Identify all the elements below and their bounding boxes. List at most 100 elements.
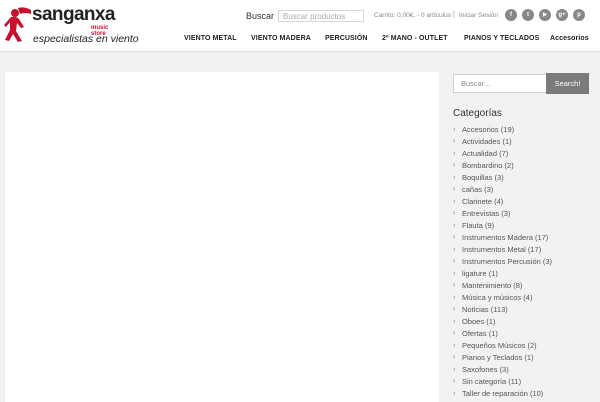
category-item: › Taller de reparación (10) (453, 388, 593, 400)
chevron-right-icon: › (453, 294, 456, 301)
googleplus-icon[interactable]: g+ (556, 9, 568, 21)
category-item: › ligature (1) (453, 268, 593, 280)
category-count: (17) (534, 233, 549, 242)
category-link[interactable]: Mantenimiento (462, 281, 511, 290)
category-count: (3) (494, 173, 504, 182)
product-search-input[interactable] (278, 10, 364, 22)
category-item: › Boquillas (3) (453, 172, 593, 184)
nav-accesorios[interactable]: Accesorios (550, 35, 589, 42)
category-item: › Flauta (9) (453, 220, 593, 232)
chevron-right-icon: › (453, 390, 456, 397)
categories-heading: Categorías (453, 108, 502, 119)
category-item: › Actividades (1) (453, 136, 593, 148)
category-count: (1) (502, 137, 512, 146)
category-link[interactable]: ligature (462, 269, 487, 278)
category-count: (1) (488, 329, 498, 338)
category-item: › Entrevistas (3) (453, 208, 593, 220)
twitter-icon[interactable]: t (522, 9, 534, 21)
category-link[interactable]: Saxofones (462, 365, 497, 374)
category-count: (19) (500, 125, 515, 134)
site-header: sanganxa music store especialistas en vi… (0, 0, 600, 52)
category-item: › Instrumentos Metal (17) (453, 244, 593, 256)
category-link[interactable]: Pianos y Teclados (462, 353, 522, 362)
category-link[interactable]: Pequeños Músicos (462, 341, 525, 350)
cart-summary[interactable]: Carrito: 0,00€, - 0 artículos (374, 12, 451, 19)
nav-pianos-teclados[interactable]: PIANOS Y TECLADOS (464, 35, 539, 42)
category-link[interactable]: Flauta (462, 221, 483, 230)
pinterest-icon[interactable]: p (573, 9, 585, 21)
nav-percusion[interactable]: PERCUSIÓN (325, 35, 368, 42)
chevron-right-icon: › (453, 210, 456, 217)
category-link[interactable]: Instrumentos Percusión (462, 257, 541, 266)
category-count: (4) (494, 197, 504, 206)
category-item: › Saxofones (3) (453, 364, 593, 376)
category-item: › Instrumentos Madera (17) (453, 232, 593, 244)
category-count: (10) (529, 389, 544, 398)
youtube-icon[interactable]: ▶ (539, 9, 551, 21)
category-item: › Clarinete (4) (453, 196, 593, 208)
chevron-right-icon: › (453, 366, 456, 373)
chevron-right-icon: › (453, 270, 456, 277)
facebook-icon[interactable]: f (505, 9, 517, 21)
chevron-right-icon: › (453, 342, 456, 349)
nav-viento-metal[interactable]: VIENTO METAL (184, 35, 237, 42)
category-item: › cañas (3) (453, 184, 593, 196)
category-link[interactable]: Instrumentos Metal (462, 245, 526, 254)
category-link[interactable]: Sin categoría (462, 377, 506, 386)
site-logo[interactable]: sanganxa music store especialistas en vi… (4, 4, 139, 49)
category-count: (4) (523, 293, 533, 302)
category-link[interactable]: Actividades (462, 137, 500, 146)
chevron-right-icon: › (453, 198, 456, 205)
category-link[interactable]: Oboes (462, 317, 484, 326)
category-count: (1) (488, 269, 498, 278)
category-item: › Mantenimiento (8) (453, 280, 593, 292)
category-link[interactable]: Boquillas (462, 173, 492, 182)
category-item: › Música y músicos (4) (453, 292, 593, 304)
login-link[interactable]: Iniciar Sesión (459, 12, 498, 19)
chevron-right-icon: › (453, 174, 456, 181)
logo-tagline: especialistas en viento (33, 33, 139, 45)
chevron-right-icon: › (453, 234, 456, 241)
category-link[interactable]: Entrevistas (462, 209, 499, 218)
category-item: › Bombardino (2) (453, 160, 593, 172)
category-link[interactable]: Ofertas (462, 329, 487, 338)
category-count: (11) (508, 377, 522, 386)
categories-list: › Accesorios (19) › Actividades (1) › Actuali… (453, 124, 593, 400)
category-count: (3) (484, 185, 494, 194)
sidebar-search-button[interactable]: Search! (546, 73, 589, 94)
logo-name: sanganxa (32, 4, 115, 25)
category-count: (3) (542, 257, 553, 266)
category-link[interactable]: Bombardino (462, 161, 502, 170)
category-item: › Sin categoría (11) (453, 376, 593, 388)
chevron-right-icon: › (453, 354, 456, 361)
chevron-right-icon: › (453, 126, 456, 133)
category-link[interactable]: Accesorios (462, 125, 499, 134)
category-link[interactable]: Noticias (462, 305, 489, 314)
category-link[interactable]: cañas (462, 185, 482, 194)
chevron-right-icon: › (453, 258, 456, 265)
category-count: (9) (484, 221, 495, 230)
category-link[interactable]: Música y músicos (462, 293, 521, 302)
chevron-right-icon: › (453, 186, 456, 193)
chevron-right-icon: › (453, 246, 456, 253)
category-count: (7) (499, 149, 509, 158)
category-link[interactable]: Taller de reparación (462, 389, 528, 398)
category-count: (2) (504, 161, 514, 170)
category-link[interactable]: Actualidad (462, 149, 497, 158)
category-item: › Instrumentos Percusión (3) (453, 256, 593, 268)
category-link[interactable]: Clarinete (462, 197, 492, 206)
main-content-area (5, 72, 439, 402)
nav-viento-madera[interactable]: VIENTO MADERA (251, 35, 311, 42)
category-count: (8) (513, 281, 523, 290)
chevron-right-icon: › (453, 318, 456, 325)
chevron-right-icon: › (453, 222, 456, 229)
category-item: › Oboes (1) (453, 316, 593, 328)
category-count: (3) (499, 365, 509, 374)
header-search-label: Buscar (246, 11, 275, 21)
category-link[interactable]: Instrumentos Madera (462, 233, 533, 242)
category-count: (17) (527, 245, 542, 254)
nav-segunda-mano-outlet[interactable]: 2º MANO - OUTLET (382, 35, 448, 42)
category-item: › Pianos y Teclados (1) (453, 352, 593, 364)
sidebar-search-input[interactable] (453, 74, 547, 93)
category-count: (3) (501, 209, 511, 218)
